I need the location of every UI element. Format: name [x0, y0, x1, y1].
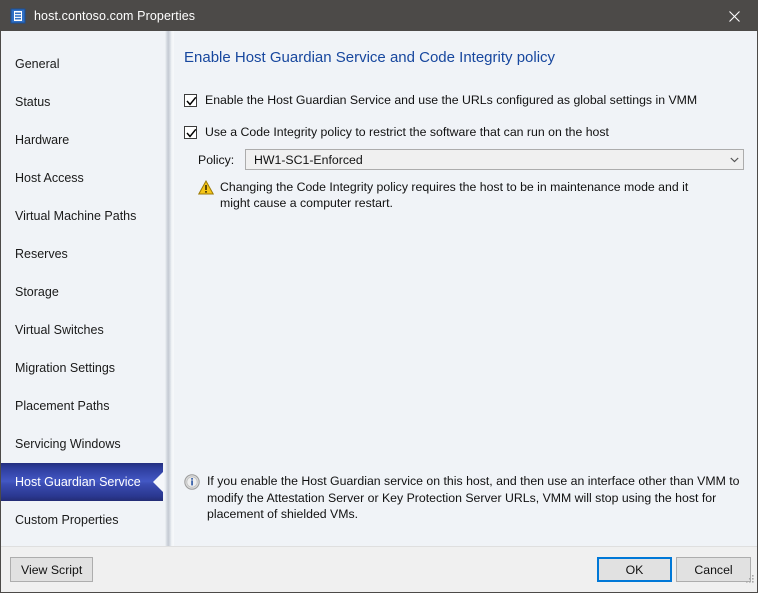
- ok-button[interactable]: OK: [597, 557, 672, 582]
- sidebar-item-label: Reserves: [15, 247, 68, 261]
- sidebar-item-servicing-windows[interactable]: Servicing Windows: [1, 425, 163, 463]
- sidebar-item-general[interactable]: General: [1, 45, 163, 83]
- sidebar-item-virtual-machine-paths[interactable]: Virtual Machine Paths: [1, 197, 163, 235]
- selection-pointer-icon: [153, 471, 164, 493]
- enable-hgs-checkbox[interactable]: [184, 94, 197, 107]
- information-icon: [184, 474, 200, 495]
- checkmark-icon: [186, 96, 197, 106]
- sidebar-item-hardware[interactable]: Hardware: [1, 121, 163, 159]
- page-title: Enable Host Guardian Service and Code In…: [184, 49, 556, 66]
- dialog-footer: View Script OK Cancel: [1, 546, 757, 592]
- sidebar-item-label: Status: [15, 95, 51, 109]
- sidebar-item-migration-settings[interactable]: Migration Settings: [1, 349, 163, 387]
- resize-grip-icon[interactable]: [743, 573, 755, 591]
- policy-select-value: HW1-SC1-Enforced: [254, 152, 363, 167]
- view-script-button[interactable]: View Script: [10, 557, 94, 582]
- use-code-integrity-checkbox-row[interactable]: Use a Code Integrity policy to restrict …: [174, 125, 757, 140]
- policy-label: Policy:: [198, 152, 235, 167]
- properties-dialog: host.contoso.com Properties General Stat…: [0, 0, 758, 593]
- sidebar-divider: [163, 31, 174, 546]
- sidebar-item-placement-paths[interactable]: Placement Paths: [1, 387, 163, 425]
- warning-triangle-icon: [197, 179, 215, 200]
- sidebar-item-label: Virtual Machine Paths: [15, 209, 137, 223]
- policy-row: Policy: HW1-SC1-Enforced: [174, 149, 757, 170]
- cancel-button[interactable]: Cancel: [676, 557, 751, 582]
- enable-hgs-checkbox-label: Enable the Host Guardian Service and use…: [205, 93, 698, 107]
- sidebar-item-label: Host Access: [15, 171, 84, 185]
- hgs-info-message-text: If you enable the Host Guardian service …: [207, 474, 740, 521]
- window-title: host.contoso.com Properties: [34, 9, 196, 23]
- sidebar-item-reserves[interactable]: Reserves: [1, 235, 163, 273]
- sidebar-item-label: Placement Paths: [15, 399, 110, 413]
- title-bar: host.contoso.com Properties: [1, 1, 757, 31]
- server-properties-icon: [10, 8, 26, 24]
- sidebar-item-label: Migration Settings: [15, 361, 116, 375]
- sidebar-item-label: General: [15, 57, 60, 71]
- code-integrity-warning: Changing the Code Integrity policy requi…: [174, 179, 757, 211]
- sidebar-item-storage[interactable]: Storage: [1, 273, 163, 311]
- sidebar-item-host-guardian-service[interactable]: Host Guardian Service: [1, 463, 164, 501]
- close-button[interactable]: [711, 1, 757, 31]
- close-icon: [728, 10, 740, 22]
- sidebar-item-custom-properties[interactable]: Custom Properties: [1, 501, 163, 539]
- sidebar-item-host-access[interactable]: Host Access: [1, 159, 163, 197]
- dialog-body: General Status Hardware Host Access Virt…: [1, 31, 757, 546]
- sidebar-item-label: Storage: [15, 285, 59, 299]
- sidebar-item-label: Custom Properties: [15, 513, 119, 527]
- sidebar-item-label: Virtual Switches: [15, 323, 104, 337]
- checkmark-icon: [186, 128, 197, 138]
- sidebar-item-label: Servicing Windows: [15, 437, 121, 451]
- settings-nav-list: General Status Hardware Host Access Virt…: [1, 31, 164, 546]
- use-code-integrity-checkbox-label: Use a Code Integrity policy to restrict …: [205, 125, 609, 139]
- enable-hgs-checkbox-row[interactable]: Enable the Host Guardian Service and use…: [174, 93, 757, 108]
- policy-select[interactable]: HW1-SC1-Enforced: [245, 149, 744, 170]
- use-code-integrity-checkbox[interactable]: [184, 126, 197, 139]
- sidebar-item-virtual-switches[interactable]: Virtual Switches: [1, 311, 163, 349]
- chevron-down-icon[interactable]: [726, 150, 743, 169]
- sidebar-item-label: Hardware: [15, 133, 70, 147]
- content-panel: Enable Host Guardian Service and Code In…: [174, 31, 757, 546]
- sidebar-item-label: Host Guardian Service: [15, 475, 141, 489]
- hgs-info-message: If you enable the Host Guardian service …: [184, 473, 743, 523]
- sidebar-item-status[interactable]: Status: [1, 83, 163, 121]
- code-integrity-warning-text: Changing the Code Integrity policy requi…: [220, 180, 689, 210]
